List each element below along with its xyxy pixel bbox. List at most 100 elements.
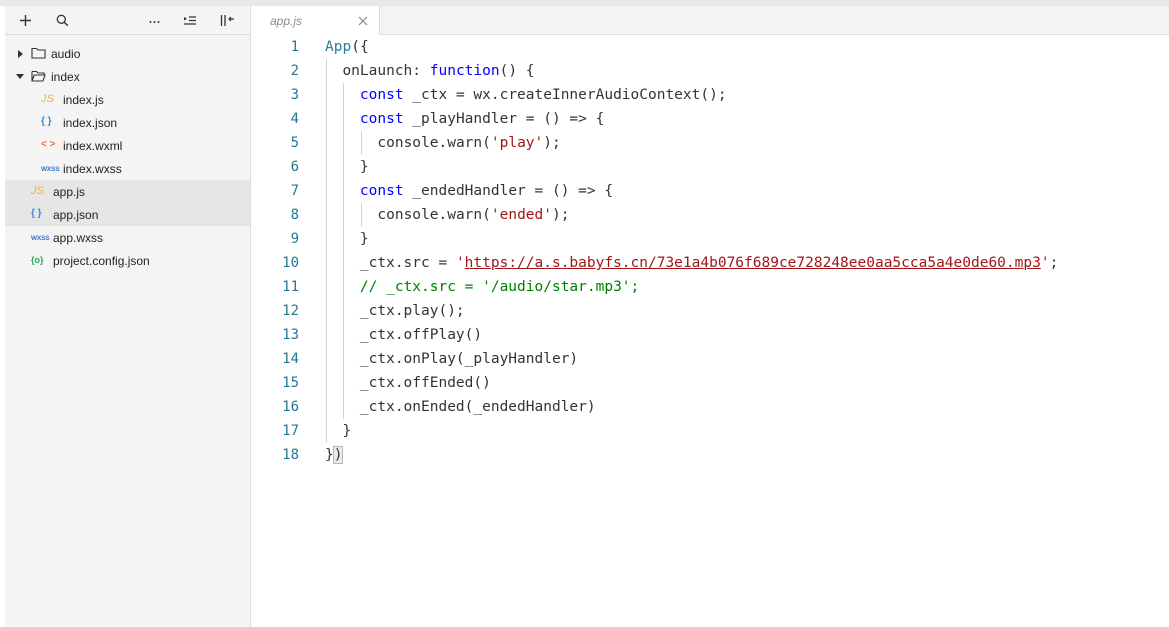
outline-icon[interactable]: [181, 11, 199, 29]
folder-icon: [31, 47, 46, 62]
indent-guide: [343, 203, 345, 227]
indent-guide: [343, 155, 345, 179]
code-token: console.warn(: [377, 207, 491, 223]
code-line: const _ctx = wx.createInnerAudioContext(…: [360, 83, 727, 107]
code-token: https://a.s.babyfs.cn/73e1a4b076f689ce72…: [464, 255, 1041, 271]
code-line: const _endedHandler = () => {: [360, 179, 613, 203]
json-file-icon: { }: [31, 208, 42, 219]
indent-guide: [326, 131, 327, 155]
indent-guide: [360, 203, 362, 227]
chevron-down-icon[interactable]: [16, 74, 24, 79]
code-token: _ctx.onPlay(_playHandler): [359, 351, 579, 367]
tree-item-index-wxss[interactable]: WXSS index.wxss: [5, 157, 250, 180]
wxss-file-icon: WXSS: [31, 235, 50, 242]
tree-item-label: index.js: [63, 93, 104, 107]
indent-guide: [326, 155, 327, 179]
line-number: 9: [290, 231, 299, 247]
code-token: console.warn(: [377, 135, 491, 151]
code-token: ': [455, 255, 465, 271]
tree-item-index[interactable]: index: [5, 65, 250, 88]
js-file-icon: JS: [41, 93, 54, 105]
line-number: 4: [290, 111, 299, 127]
code-token: {: [359, 39, 369, 55]
code-line: console.warn('play');: [377, 131, 560, 155]
code-editor[interactable]: 1 2 3 4 5 6 7 8 9 10 11 12 13 14 15 16 17 18 App({onLaunc…: [251, 35, 1169, 627]
tree-item-index-json[interactable]: { } index.json: [5, 111, 250, 134]
code-line: _ctx.play();: [360, 299, 465, 323]
code-token: const: [359, 111, 404, 127]
search-icon[interactable]: [53, 11, 71, 29]
tree-item-audio[interactable]: audio: [5, 42, 250, 65]
indent-guide: [343, 107, 345, 131]
explorer-toolbar: [5, 6, 250, 35]
indent-guide: [326, 275, 327, 299]
code-line: console.warn('ended');: [377, 203, 569, 227]
indent-guide: [343, 179, 345, 203]
add-icon[interactable]: [16, 11, 34, 29]
code-token: }: [359, 231, 369, 247]
code-line: }): [325, 443, 344, 467]
tree-item-app-js[interactable]: JS app.js: [5, 180, 250, 203]
wxml-file-icon: < >: [41, 139, 56, 150]
code-token: _endedHandler = () => {: [403, 183, 614, 199]
indent-guide: [326, 227, 327, 251]
code-token: _ctx.src =: [359, 255, 456, 271]
code-line: }: [360, 227, 369, 251]
editor-tab-bar: app.js: [251, 6, 1169, 35]
code-line: _ctx.offPlay(): [360, 323, 482, 347]
tree-item-project-config-json[interactable]: {o} project.config.json: [5, 249, 250, 272]
tree-item-label: index: [51, 70, 80, 84]
more-icon[interactable]: [145, 11, 163, 29]
indent-guide: [360, 131, 362, 155]
code-token: }: [325, 447, 334, 463]
code-line: _ctx.onEnded(_endedHandler): [360, 395, 596, 419]
code-token: App: [325, 39, 352, 55]
code-token: function: [429, 63, 500, 79]
chevron-right-icon[interactable]: [18, 50, 23, 58]
line-number: 16: [282, 399, 299, 415]
close-icon[interactable]: [357, 14, 369, 26]
indent-guide: [326, 107, 327, 131]
line-number: 14: [282, 351, 299, 367]
code-token: 'play': [490, 135, 544, 151]
tree-item-app-wxss[interactable]: WXSS app.wxss: [5, 226, 250, 249]
line-number: 17: [282, 423, 299, 439]
indent-guide: [343, 371, 345, 395]
code-token: 'ended': [490, 207, 552, 223]
line-number: 10: [282, 255, 299, 271]
indent-guide: [326, 251, 327, 275]
line-number: 6: [290, 159, 299, 175]
tree-item-label: audio: [51, 47, 81, 61]
code-line: onLaunch: function() {: [342, 59, 534, 83]
code-line: const _playHandler = () => {: [360, 107, 604, 131]
tree-item-label: app.json: [53, 208, 99, 222]
code-token: ': [1040, 255, 1050, 271]
tab-app-js[interactable]: app.js: [251, 6, 380, 35]
tree-item-app-json[interactable]: { } app.json: [5, 203, 250, 226]
tree-item-label: app.js: [53, 185, 86, 199]
code-token: _ctx.onEnded(_endedHandler): [359, 399, 596, 415]
tree-item-index-wxml[interactable]: < > index.wxml: [5, 134, 250, 157]
code-line: _ctx.src = 'https://a.s.babyfs.cn/73e1a4…: [360, 251, 1058, 275]
code-token: ): [332, 446, 344, 464]
indent-guide: [326, 83, 327, 107]
code-token: const: [359, 183, 404, 199]
code-line: }: [360, 155, 369, 179]
indent-guide: [343, 323, 345, 347]
code-token: );: [543, 135, 561, 151]
tree-item-label: app.wxss: [53, 231, 104, 245]
indent-guide: [326, 347, 327, 371]
code-token: // _ctx.src = '/audio/star.mp3';: [359, 279, 640, 295]
indent-guide: [343, 131, 345, 155]
indent-guide: [343, 299, 345, 323]
tree-item-label: index.wxml: [63, 139, 123, 153]
line-number: 3: [290, 87, 299, 103]
indent-guide: [326, 299, 327, 323]
json-file-icon: { }: [41, 116, 52, 127]
tree-item-index-js[interactable]: JS index.js: [5, 88, 250, 111]
indent-guide: [343, 275, 345, 299]
code-line: }: [342, 419, 351, 443]
code-token: onLaunch:: [342, 63, 430, 79]
collapse-icon[interactable]: [218, 11, 236, 29]
indent-guide: [326, 323, 327, 347]
